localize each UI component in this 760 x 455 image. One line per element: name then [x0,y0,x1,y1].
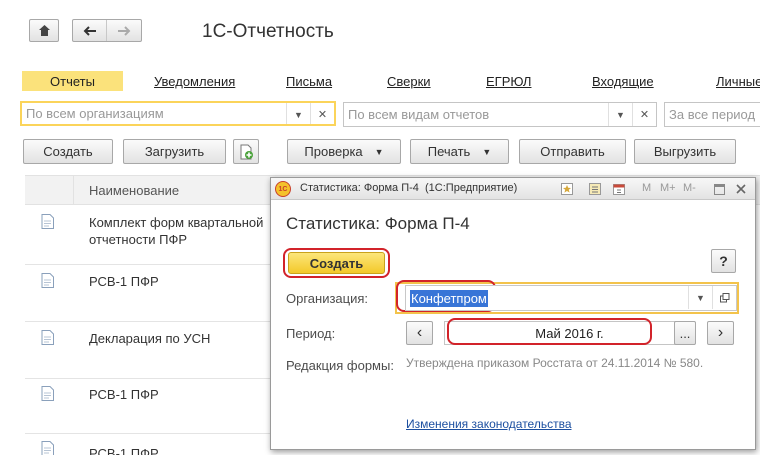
app-window: 1С-Отчетность Отчеты Уведомления Письма … [0,0,760,455]
caret-down-icon: ▼ [374,146,384,157]
org-field[interactable]: Конфетпром ▼ [405,285,737,311]
org-filter-placeholder: По всем организациям [26,106,164,121]
print-label: Печать [427,144,471,159]
app-logo: 1С [275,181,291,197]
close-icon[interactable] [736,184,746,194]
app-title: 1С-Отчетность [202,21,334,42]
create-report-button[interactable]: Создать [23,139,113,164]
clear-icon[interactable]: ✕ [310,103,334,124]
open-icon[interactable] [712,286,736,309]
report-name: РСВ-1 ПФР [89,274,159,289]
report-name: РСВ-1 ПФР [89,387,159,402]
document-icon [41,214,54,229]
chevron-down-icon[interactable]: ▼ [608,103,632,126]
law-changes-link[interactable]: Изменения законодательства [406,417,572,431]
maximize-icon[interactable] [714,184,725,195]
tab-reports[interactable]: Отчеты [22,71,123,91]
check-label: Проверка [304,144,363,159]
document-icon [41,441,54,455]
report-type-placeholder: По всем видам отчетов [348,107,490,122]
upload-button[interactable]: Загрузить [123,139,226,164]
document-icon [41,386,54,401]
dialog-window-title: Статистика: Форма П-4 (1С:Предприятие) [300,182,518,194]
period-filter[interactable]: За все период [664,102,760,127]
memory-minus-icon[interactable]: M- [683,182,696,194]
add-file-icon [240,144,253,159]
dialog-create-button[interactable]: Создать [288,252,385,274]
tab-egrul[interactable]: ЕГРЮЛ [486,74,531,89]
report-name: РСВ-1 ПФР [89,446,159,455]
favorite-icon[interactable] [561,183,573,195]
period-highlight [447,318,652,345]
app-badge: 1С [278,185,288,193]
document-icon [41,330,54,345]
table-row[interactable]: Декларация по УСН [25,322,270,379]
document-icon [41,273,54,288]
tab-reconciliations[interactable]: Сверки [387,74,431,89]
edition-label: Редакция формы: [286,358,394,373]
add-file-button[interactable] [233,139,259,164]
clear-icon[interactable]: ✕ [632,103,656,126]
check-button[interactable]: Проверка ▼ [287,139,401,164]
org-label: Организация: [286,291,369,306]
report-name: Комплект форм квартальной отчетности ПФР [89,215,264,247]
table-row[interactable]: РСВ-1 ПФР [25,379,270,434]
back-button[interactable] [73,20,107,41]
statistics-dialog: 1С Статистика: Форма П-4 (1С:Предприятие… [270,177,756,450]
period-prev-button[interactable]: ‹ [406,321,433,345]
period-select-button[interactable]: ... [674,321,696,345]
calculator-icon[interactable] [589,183,601,195]
tab-personal[interactable]: Личные [716,74,760,89]
dialog-heading: Статистика: Форма П-4 [286,214,470,233]
tab-reports-label: Отчеты [50,73,95,89]
send-button[interactable]: Отправить [519,139,626,164]
print-button[interactable]: Печать ▼ [410,139,509,164]
report-type-filter[interactable]: По всем видам отчетов ▼ ✕ [343,102,657,127]
period-label: Период: [286,326,336,341]
calendar-icon[interactable] [613,183,625,195]
table-row[interactable]: РСВ-1 ПФР [25,434,270,455]
period-next-button[interactable]: › [707,321,734,345]
memory-plus-icon[interactable]: M+ [660,182,676,194]
org-value: Конфетпром [410,289,488,307]
unload-button[interactable]: Выгрузить [634,139,736,164]
table-row[interactable]: РСВ-1 ПФР [25,265,270,322]
report-name: Декларация по УСН [89,331,211,346]
home-button[interactable] [29,19,59,42]
column-name-header[interactable]: Наименование [89,183,179,198]
forward-button[interactable] [107,20,141,41]
chevron-down-icon[interactable]: ▼ [688,286,712,309]
table-row[interactable]: Комплект форм квартальной отчетности ПФР [25,205,270,265]
memory-m-icon[interactable]: M [642,182,651,194]
tab-notifications[interactable]: Уведомления [154,74,235,89]
tab-letters[interactable]: Письма [286,74,332,89]
chevron-down-icon[interactable]: ▼ [286,103,310,124]
caret-down-icon: ▼ [482,146,492,157]
arrow-right-icon [118,25,131,36]
help-button[interactable]: ? [711,249,736,273]
period-filter-placeholder: За все период [669,107,756,122]
org-filter[interactable]: По всем организациям ▼ ✕ [20,101,336,126]
history-nav [72,19,142,42]
arrow-left-icon [83,25,96,36]
edition-value: Утверждена приказом Росстата от 24.11.20… [406,356,704,370]
tab-incoming[interactable]: Входящие [592,74,654,89]
dialog-titlebar: 1С Статистика: Форма П-4 (1С:Предприятие… [271,178,755,200]
home-icon [38,25,50,36]
